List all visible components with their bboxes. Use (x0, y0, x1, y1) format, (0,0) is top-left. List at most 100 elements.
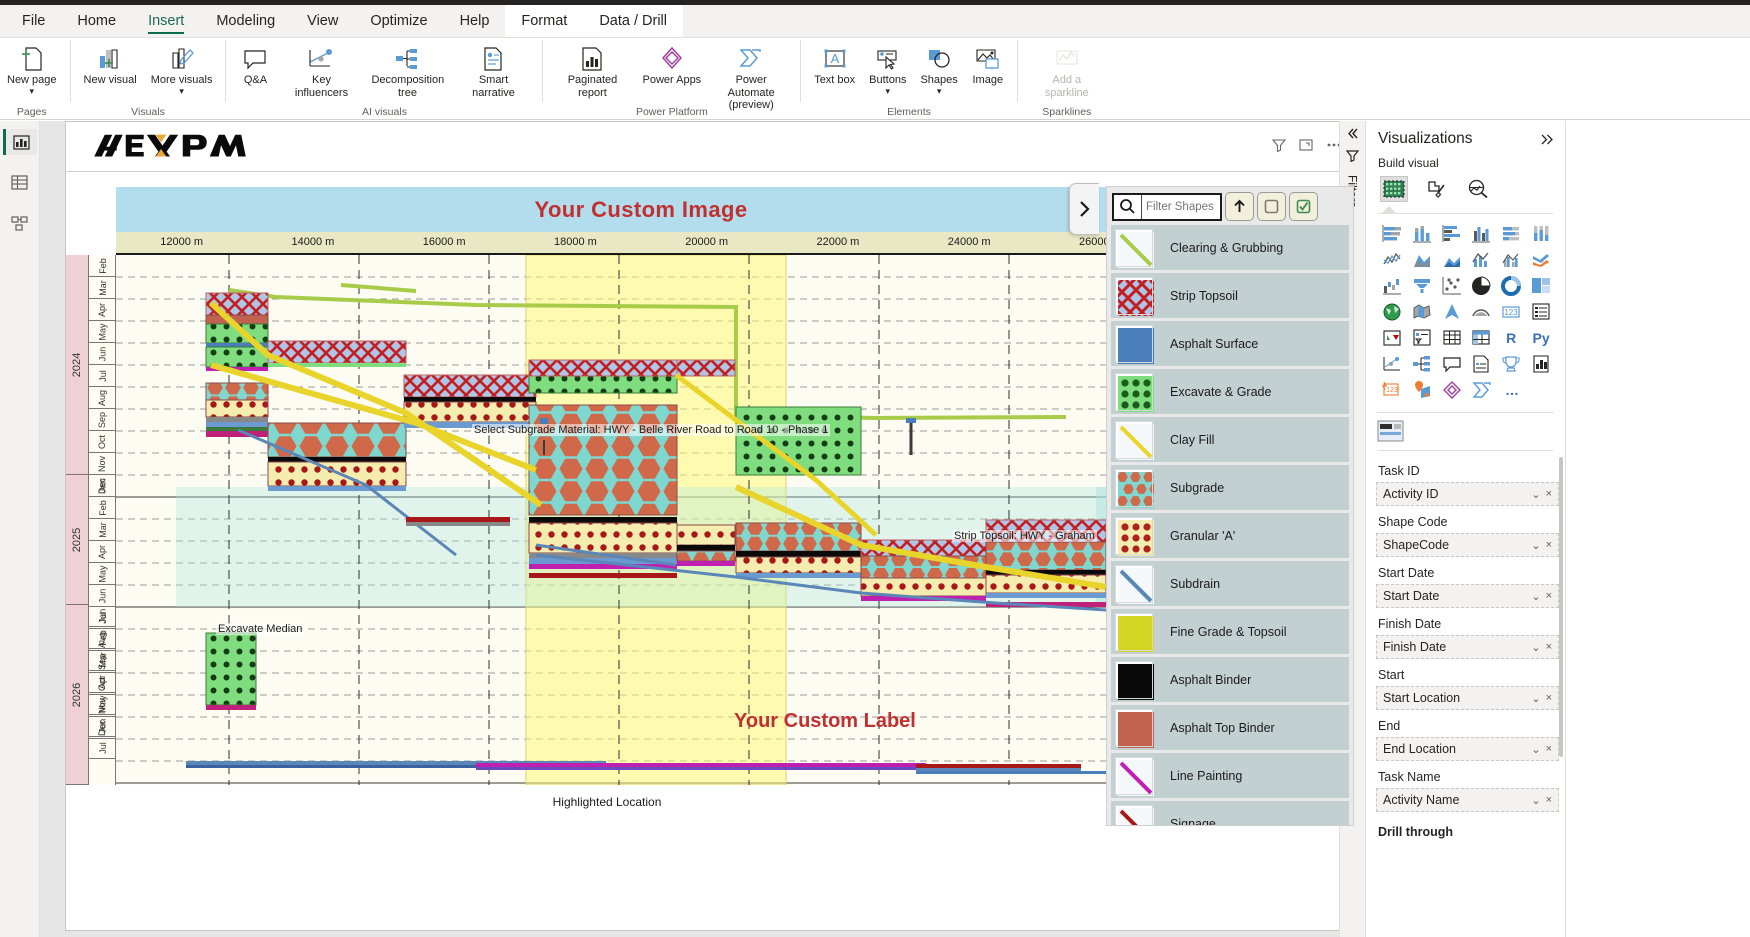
legend-item[interactable]: Line Painting (1111, 753, 1349, 798)
select-all-button[interactable] (1289, 192, 1318, 221)
field-well-start[interactable]: Start Location⌄× (1376, 686, 1559, 710)
new-visual-button[interactable]: New visual (77, 42, 144, 87)
legend-item[interactable]: Subgrade (1111, 465, 1349, 510)
treemap-icon[interactable] (1526, 273, 1556, 299)
funnel-chart-icon[interactable] (1407, 273, 1437, 299)
legend-item[interactable]: Excavate & Grade (1111, 369, 1349, 414)
chevron-right-double-icon[interactable] (1540, 133, 1555, 146)
chevron-down-icon[interactable]: ▾ (30, 87, 35, 96)
collapse-up-button[interactable] (1225, 192, 1254, 221)
legend-expander-button[interactable] (1069, 183, 1099, 235)
decomposition-tree-icon[interactable] (1407, 351, 1437, 377)
metrics-icon[interactable] (1496, 351, 1526, 377)
line-clustered-column-chart-icon[interactable] (1496, 247, 1526, 273)
expand-left-icon[interactable] (1346, 127, 1359, 140)
ribbon-tab-format[interactable]: Format (505, 5, 583, 37)
field-well-end[interactable]: End Location⌄× (1376, 737, 1559, 761)
legend-item[interactable]: Strip Topsoil (1111, 273, 1349, 318)
field-well-start-date[interactable]: Start Date⌄× (1376, 584, 1559, 608)
clustered-bar-chart-icon[interactable] (1437, 221, 1467, 247)
pie-chart-icon[interactable] (1466, 273, 1496, 299)
chevron-down-icon[interactable]: ⌄ (1531, 590, 1540, 603)
map-icon[interactable] (1377, 299, 1407, 325)
ribbon-tab-insert[interactable]: Insert (132, 5, 200, 37)
remove-field-icon[interactable]: × (1546, 488, 1552, 500)
legend-item[interactable]: Asphalt Binder (1111, 657, 1349, 702)
100-stacked-bar-chart-icon[interactable] (1496, 221, 1526, 247)
stacked-bar-chart-icon[interactable] (1377, 221, 1407, 247)
shapes-button[interactable]: Shapes▾ (913, 42, 964, 96)
text-box-button[interactable]: AText box (807, 42, 862, 87)
chevron-down-icon[interactable]: ▾ (937, 87, 942, 96)
field-well-task-name[interactable]: Activity Name⌄× (1376, 788, 1559, 812)
smart-narrative-button[interactable]: Smart narrative (450, 42, 536, 99)
more-visuals-button[interactable]: More visuals▾ (144, 42, 220, 96)
chevron-down-icon[interactable]: ⌄ (1531, 743, 1540, 756)
filled-map-icon[interactable] (1407, 299, 1437, 325)
arcgis-map-icon[interactable] (1466, 299, 1496, 325)
wells-scrollbar[interactable] (1559, 457, 1563, 757)
r-script-visual-icon[interactable]: R (1496, 325, 1526, 351)
legend-item[interactable]: Clearing & Grubbing (1111, 225, 1349, 270)
ribbon-tab-data-drill[interactable]: Data / Drill (583, 5, 683, 37)
buttons-button[interactable]: Buttons▾ (862, 42, 913, 96)
chevron-down-icon[interactable]: ⌄ (1531, 488, 1540, 501)
new-page-button[interactable]: New page▾ (0, 42, 64, 96)
card-icon[interactable]: 123 (1496, 299, 1526, 325)
scatter-chart-icon[interactable] (1437, 273, 1467, 299)
area-chart-icon[interactable] (1407, 247, 1437, 273)
multi-row-card-icon[interactable] (1526, 299, 1556, 325)
power-apps-button[interactable]: Power Apps (635, 42, 708, 87)
stacked-area-chart-icon[interactable] (1437, 247, 1467, 273)
ribbon-tab-view[interactable]: View (291, 5, 354, 37)
model-view-button[interactable] (6, 209, 34, 235)
field-well-finish-date[interactable]: Finish Date⌄× (1376, 635, 1559, 659)
azure-map-icon[interactable] (1437, 299, 1467, 325)
matrix-icon[interactable] (1466, 325, 1496, 351)
legend-item[interactable]: Subdrain (1111, 561, 1349, 606)
table-view-button[interactable] (6, 169, 34, 195)
build-visual-tab[interactable] (1380, 176, 1408, 202)
remove-field-icon[interactable]: × (1546, 743, 1552, 755)
donut-chart-icon[interactable] (1496, 273, 1526, 299)
stacked-column-chart-icon[interactable] (1407, 221, 1437, 247)
report-view-button[interactable] (3, 129, 37, 155)
ribbon-tab-optimize[interactable]: Optimize (354, 5, 443, 37)
ribbon-chart-icon[interactable] (1526, 247, 1556, 273)
shape-search-box[interactable] (1112, 193, 1222, 221)
key-influencers-button[interactable]: Key influencers (278, 42, 364, 99)
remove-field-icon[interactable]: × (1546, 692, 1552, 704)
legend-item[interactable]: Fine Grade & Topsoil (1111, 609, 1349, 654)
ribbon-tab-modeling[interactable]: Modeling (200, 5, 291, 37)
azure-map-2-icon[interactable] (1407, 377, 1437, 403)
100-stacked-column-chart-icon[interactable] (1526, 221, 1556, 247)
ribbon-tab-file[interactable]: File (6, 5, 61, 37)
chevron-down-icon[interactable]: ⌄ (1531, 692, 1540, 705)
clustered-column-chart-icon[interactable] (1466, 221, 1496, 247)
power-apps-visual-icon[interactable] (1437, 377, 1467, 403)
focus-mode-icon[interactable] (1299, 138, 1313, 152)
qa-visual-icon[interactable] (1437, 351, 1467, 377)
field-well-shape-code[interactable]: ShapeCode⌄× (1376, 533, 1559, 557)
legend-item[interactable]: Asphalt Surface (1111, 321, 1349, 366)
format-visual-tab[interactable] (1422, 176, 1450, 202)
smart-narrative-icon[interactable]: 123 (1377, 377, 1407, 403)
field-well-task-id[interactable]: Activity ID⌄× (1376, 482, 1559, 506)
custom-visual-item[interactable] (1366, 418, 1565, 446)
more-options-icon[interactable]: … (1497, 377, 1527, 403)
analytics-tab[interactable] (1464, 176, 1492, 202)
power-automate-button[interactable]: Power Automate (preview) (708, 42, 794, 112)
chevron-down-icon[interactable]: ⌄ (1531, 539, 1540, 552)
remove-field-icon[interactable]: × (1546, 641, 1552, 653)
clear-selection-button[interactable] (1257, 192, 1286, 221)
paginated-report-button[interactable]: Paginated report (549, 42, 635, 99)
plot-area[interactable]: Select Subgrade Material: HWY - Belle Ri… (116, 255, 1166, 785)
chevron-down-icon[interactable]: ⌄ (1531, 641, 1540, 654)
image-button[interactable]: Image (965, 42, 1011, 87)
filter-icon[interactable] (1346, 149, 1359, 162)
legend-item[interactable]: Clay Fill (1111, 417, 1349, 462)
ribbon-tab-help[interactable]: Help (444, 5, 506, 37)
legend-item[interactable]: Signage (1111, 801, 1349, 825)
decomposition-tree-button[interactable]: Decomposition tree (364, 42, 450, 99)
line-chart-icon[interactable] (1377, 247, 1407, 273)
